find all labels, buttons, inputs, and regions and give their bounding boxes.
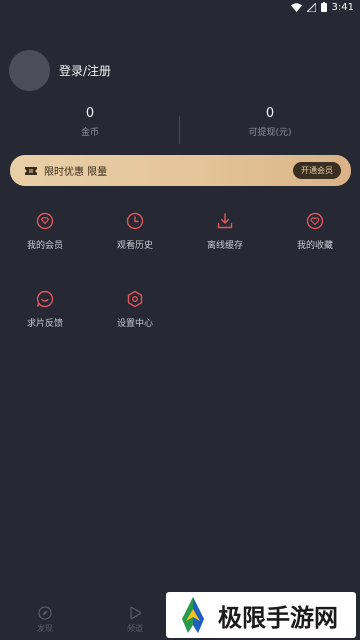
nav-item-discover[interactable]: 发现 <box>0 600 90 640</box>
stats-divider <box>179 116 180 144</box>
menu-item-favorites[interactable]: 我的收藏 <box>270 212 360 252</box>
vip-banner[interactable]: 限时优惠 限量 开通会员 <box>10 155 351 186</box>
clock-icon <box>126 212 144 230</box>
withdrawable-label: 可提现(元) <box>248 128 292 138</box>
hexagon-settings-icon <box>126 290 144 308</box>
menu-grid: 我的会员 观看历史 离线缓存 我的收藏 求片反馈 设置中心 <box>0 212 360 330</box>
compass-icon <box>38 606 52 620</box>
withdrawable-stat[interactable]: 0 可提现(元) <box>180 104 360 156</box>
menu-label: 观看历史 <box>116 241 153 251</box>
coins-value: 0 <box>85 106 95 121</box>
nav-label: 发现 <box>37 624 53 633</box>
menu-item-history[interactable]: 观看历史 <box>90 212 180 252</box>
download-icon <box>216 212 234 230</box>
withdrawable-value: 0 <box>265 106 275 121</box>
watermark-text: 极限手游网 <box>218 603 338 632</box>
menu-label: 求片反馈 <box>26 319 63 329</box>
chat-smile-icon <box>36 290 54 308</box>
play-icon <box>128 606 142 620</box>
status-time: 3:41 <box>331 1 354 13</box>
signal-icon <box>306 2 316 12</box>
coins-stat[interactable]: 0 金币 <box>0 104 180 156</box>
vip-promo-text: 限时优惠 限量 <box>44 167 108 178</box>
heart-icon <box>306 212 324 230</box>
open-vip-button[interactable]: 开通会员 <box>293 162 341 179</box>
coins-label: 金币 <box>80 128 99 138</box>
menu-label: 离线缓存 <box>206 241 243 251</box>
menu-item-membership[interactable]: 我的会员 <box>0 212 90 252</box>
diamond-icon <box>36 212 54 230</box>
watermark-logo <box>174 595 212 635</box>
profile-section[interactable]: 登录/注册 <box>9 50 111 91</box>
ticket-icon <box>24 164 38 178</box>
wifi-icon <box>290 2 302 12</box>
status-bar: 3:41 <box>0 0 360 14</box>
watermark: 极限手游网 <box>166 592 356 638</box>
avatar[interactable] <box>9 50 50 91</box>
menu-item-offline-cache[interactable]: 离线缓存 <box>180 212 270 252</box>
login-register-link[interactable]: 登录/注册 <box>59 62 111 79</box>
menu-item-settings[interactable]: 设置中心 <box>90 290 180 330</box>
menu-label: 我的会员 <box>26 241 63 251</box>
battery-icon <box>320 2 327 12</box>
menu-label: 设置中心 <box>116 319 153 329</box>
menu-item-feedback[interactable]: 求片反馈 <box>0 290 90 330</box>
nav-label: 频道 <box>127 624 143 633</box>
stats-row: 0 金币 0 可提现(元) <box>0 104 360 156</box>
menu-label: 我的收藏 <box>296 241 333 251</box>
